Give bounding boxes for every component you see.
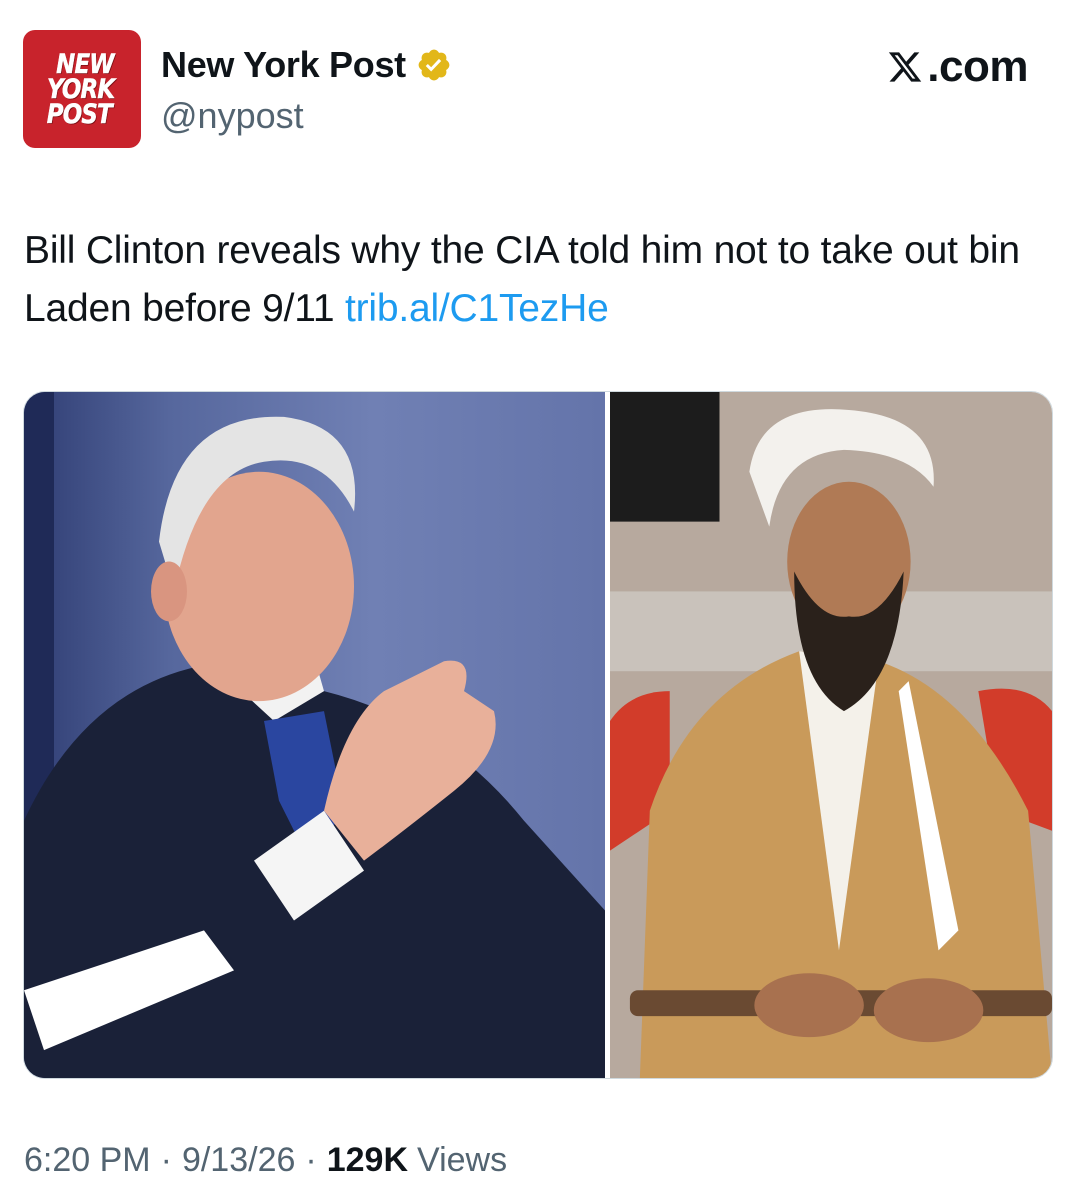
right-photo[interactable] (610, 392, 1052, 1078)
tweet-link[interactable]: trib.al/C1TezHe (345, 287, 609, 330)
avatar[interactable]: NEW YORK POST (23, 30, 141, 148)
views-count: 129K (326, 1141, 409, 1179)
tweet-date[interactable]: 9/13/26 (182, 1141, 295, 1180)
author-handle[interactable]: @nypost (161, 95, 304, 137)
site-brand: .com (887, 42, 1028, 92)
tweet-meta: 6:20 PM · 9/13/26 · 129K Views (24, 1141, 507, 1180)
verified-badge-icon[interactable] (416, 47, 452, 83)
tweet-media[interactable] (23, 391, 1053, 1079)
logo-line-3: POST (46, 98, 112, 130)
tweet-text: Bill Clinton reveals why the CIA told hi… (24, 222, 1064, 338)
display-name[interactable]: New York Post (161, 44, 406, 86)
tweet-time[interactable]: 6:20 PM (24, 1141, 151, 1180)
views-label: Views (417, 1141, 508, 1179)
tweet-card: NEW YORK POST New York Post @nypost .com… (0, 0, 1076, 1200)
author-name-row: New York Post (161, 44, 452, 86)
x-logo-icon (887, 46, 923, 82)
meta-separator: · (305, 1141, 317, 1179)
meta-separator: · (160, 1141, 172, 1179)
site-label: .com (927, 42, 1028, 91)
left-photo[interactable] (24, 392, 605, 1078)
